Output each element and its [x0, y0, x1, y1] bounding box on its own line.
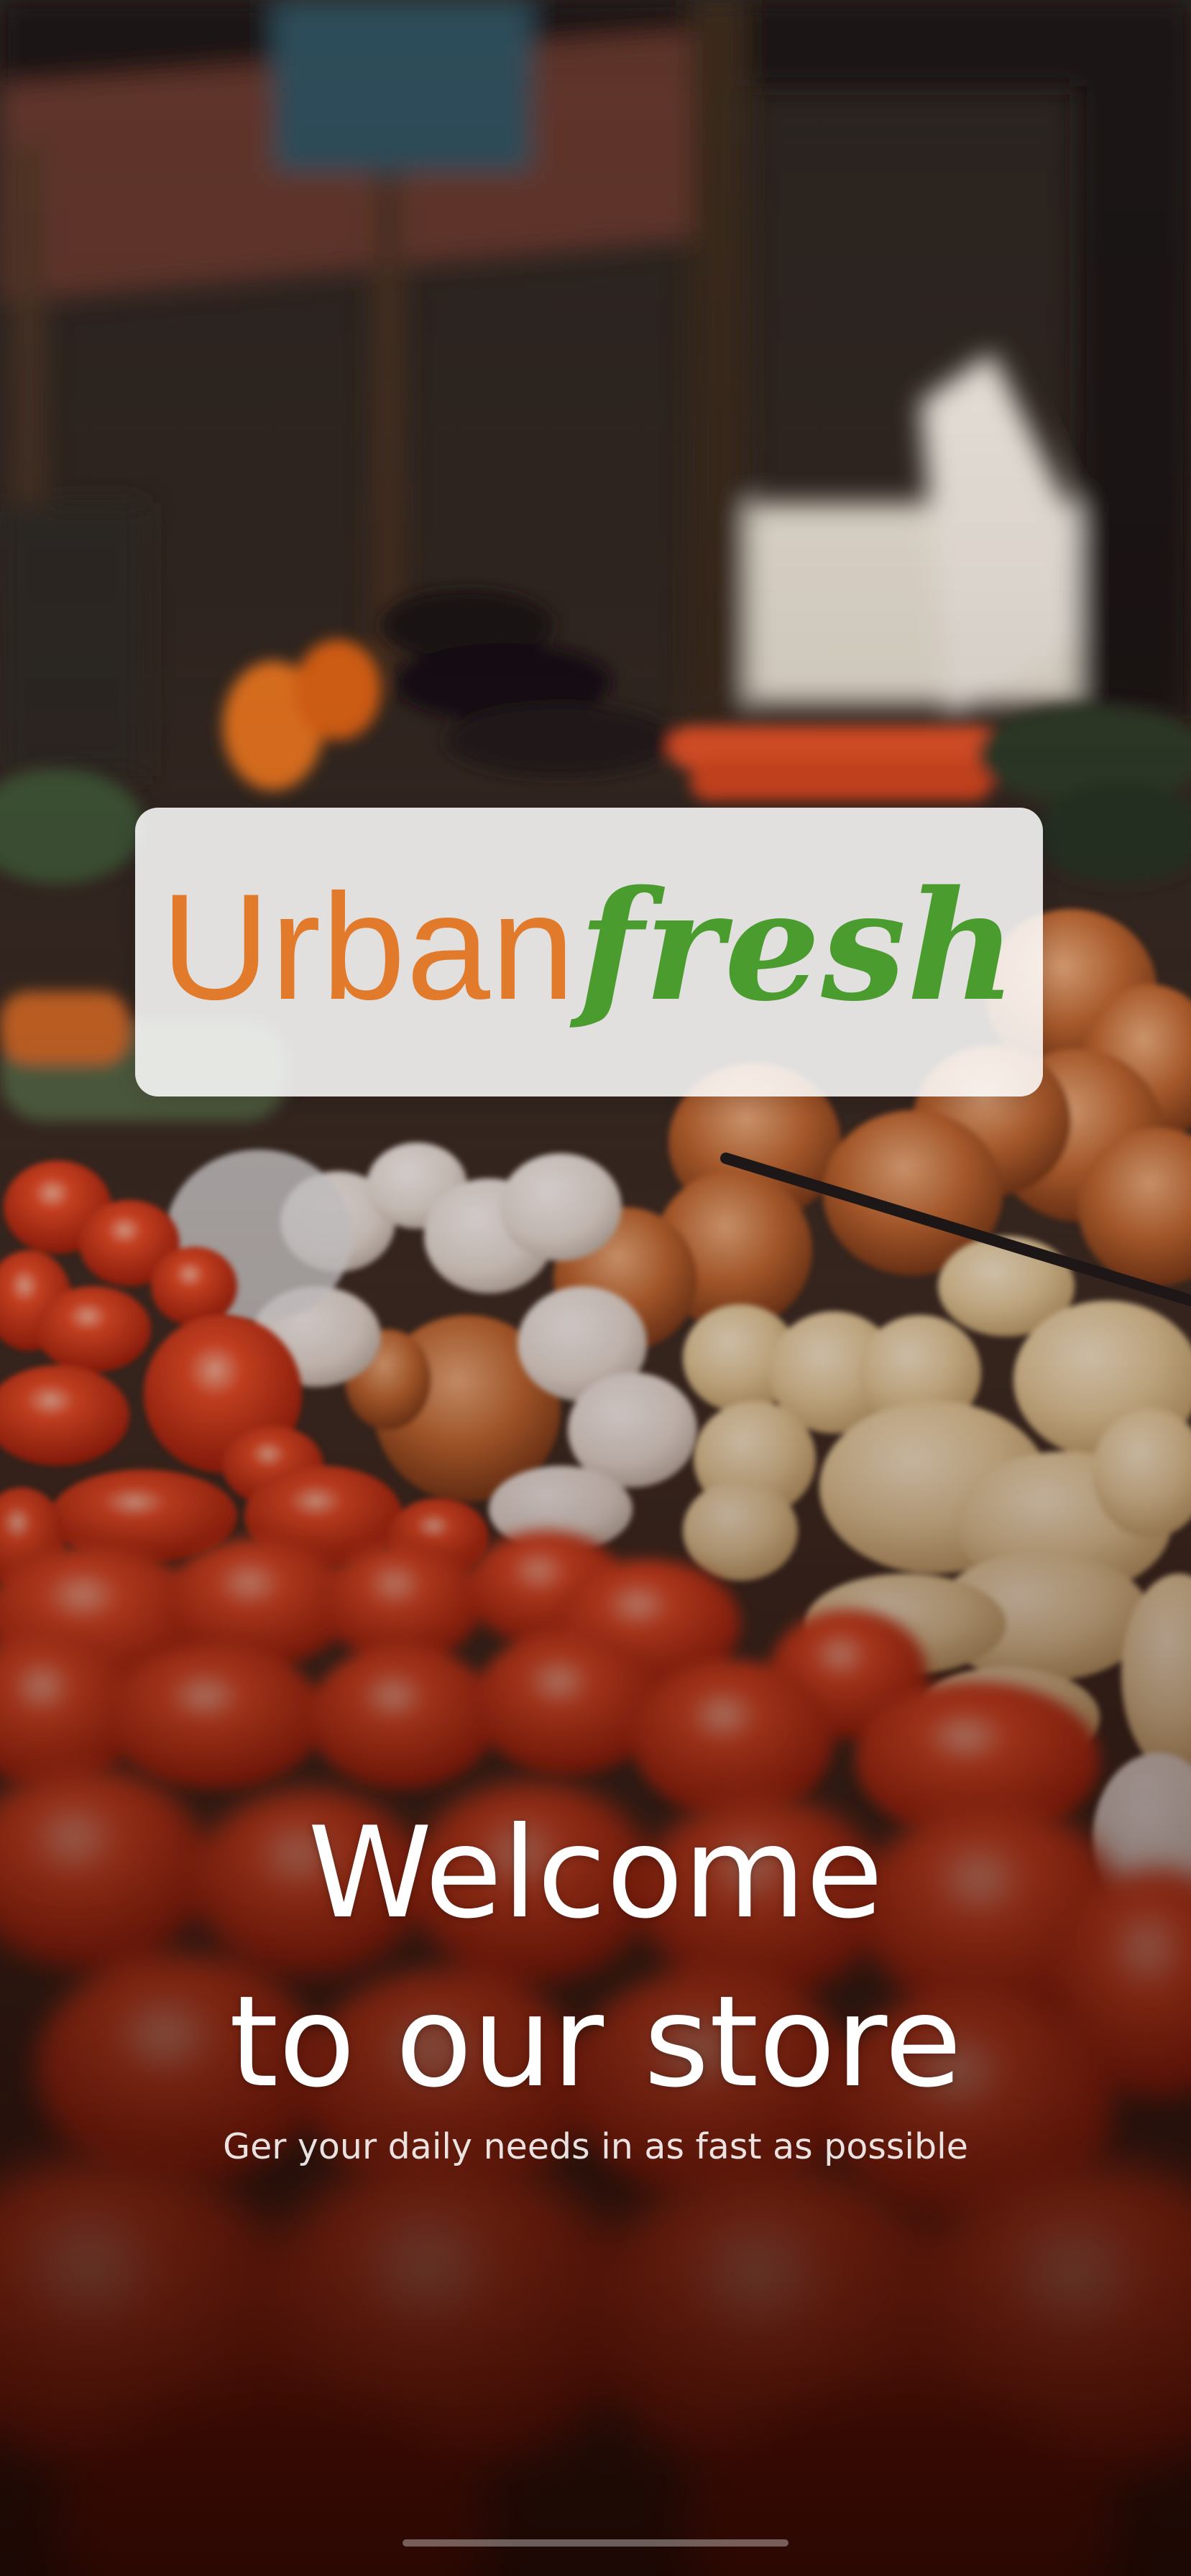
welcome-heading: Welcome to our store	[0, 1789, 1191, 2127]
welcome-line-1: Welcome	[308, 1801, 883, 1947]
onboarding-screen: Urbanfresh Welcome to our store Ger your…	[0, 0, 1191, 2576]
background-photo	[0, 0, 1191, 2576]
logo-urban-text: Urban	[160, 862, 576, 1031]
logo-fresh-text: fresh	[578, 857, 1018, 1035]
logo-card: Urbanfresh	[135, 808, 1043, 1097]
welcome-line-2: to our store	[229, 1970, 962, 2115]
home-indicator[interactable]	[403, 2539, 788, 2547]
brand-logo: Urbanfresh	[161, 870, 1017, 1022]
welcome-subtitle: Ger your daily needs in as fast as possi…	[223, 2126, 968, 2167]
